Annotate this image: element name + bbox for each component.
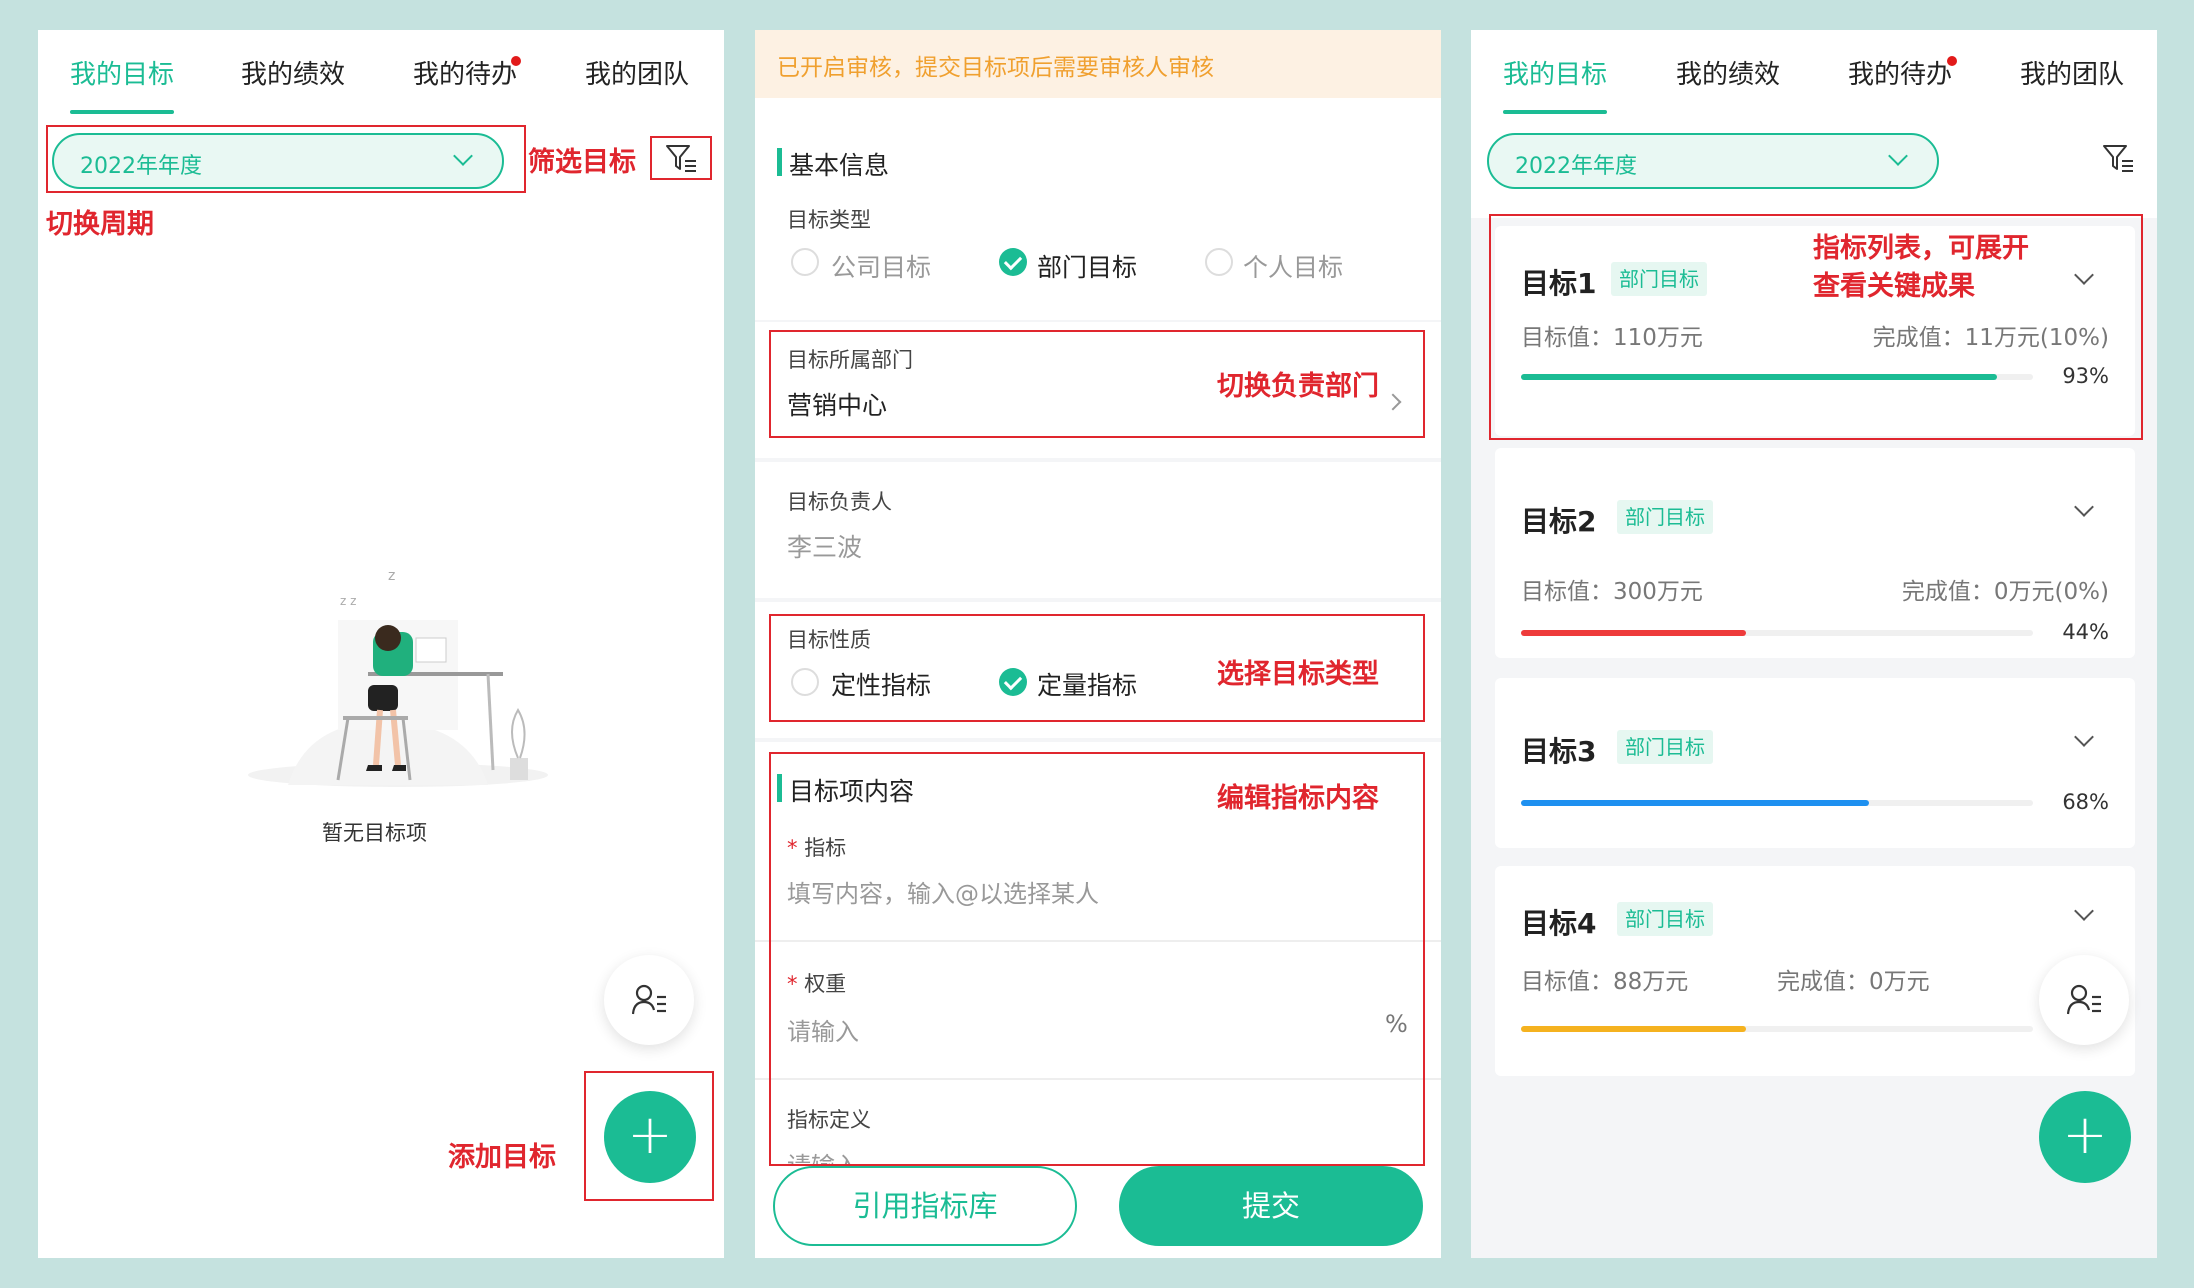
notification-dot bbox=[1947, 56, 1957, 66]
department-field[interactable]: 目标所属部门 营销中心 切换负责部门 bbox=[755, 322, 1441, 458]
goal-target-value: 目标值：88万元 bbox=[1521, 969, 1689, 995]
radio-company-goal-label[interactable]: 公司目标 bbox=[831, 248, 931, 284]
annotation-box-content bbox=[769, 752, 1425, 1166]
panel-goal-form: 已开启审核，提交目标项后需要审核人审核 基本信息 目标类型 公司目标 部门目标 … bbox=[755, 30, 1441, 1258]
radio-dept-goal-label[interactable]: 部门目标 bbox=[1037, 248, 1137, 284]
notification-dot bbox=[511, 56, 521, 66]
goal-done-value: 完成值：0万元 bbox=[1777, 969, 1930, 995]
goal-type-badge: 部门目标 bbox=[1617, 902, 1713, 936]
review-notice-text: 已开启审核，提交目标项后需要审核人审核 bbox=[777, 55, 1214, 81]
goal-progress-track bbox=[1521, 630, 2033, 636]
plus-icon: + bbox=[627, 1103, 673, 1166]
basic-info-title: 基本信息 bbox=[789, 151, 890, 180]
panel-goal-list: 我的目标 我的绩效 我的待办 我的团队 2022年年度 目标1 部门目标 目标值… bbox=[1471, 30, 2157, 1258]
goal-progress-track bbox=[1521, 800, 2033, 806]
svg-text:z z: z z bbox=[340, 594, 356, 608]
chevron-down-icon[interactable] bbox=[2074, 901, 2094, 921]
radio-dept-goal[interactable] bbox=[999, 248, 1027, 276]
tab-my-todo[interactable]: 我的待办 bbox=[1848, 54, 1952, 91]
tab-my-performance[interactable]: 我的绩效 bbox=[1676, 54, 1780, 91]
section-accent-bar bbox=[777, 148, 782, 176]
review-notice: 已开启审核，提交目标项后需要审核人审核 bbox=[755, 30, 1441, 98]
indicator-library-button[interactable]: 引用指标库 bbox=[773, 1166, 1077, 1246]
tab-my-goals[interactable]: 我的目标 bbox=[1503, 54, 1607, 91]
panel-goals-empty: 我的目标 我的绩效 我的待办 我的团队 2022年年度 切换周期 筛选目标 z … bbox=[38, 30, 724, 1258]
basic-info-section: 基本信息 目标类型 公司目标 部门目标 个人目标 bbox=[755, 98, 1441, 320]
goal-type-label: 目标类型 bbox=[787, 208, 871, 232]
filter-icon[interactable] bbox=[2102, 143, 2136, 175]
add-goal-button[interactable]: + bbox=[604, 1091, 696, 1183]
radio-company-goal[interactable] bbox=[791, 248, 819, 276]
annotation-box-period bbox=[46, 125, 526, 193]
goal-title: 目标4 bbox=[1521, 907, 1597, 940]
annotation-goal-list-line2: 查看关键成果 bbox=[1813, 271, 1975, 302]
annotation-period: 切换周期 bbox=[46, 209, 154, 240]
nature-field: 目标性质 定性指标 定量指标 选择目标类型 bbox=[755, 602, 1441, 738]
goal-card[interactable]: 目标4 部门目标 目标值：88万元 完成值：0万元 bbox=[1495, 866, 2135, 1076]
goal-progress-fill bbox=[1521, 1026, 1747, 1032]
goal-done-value: 完成值：0万元(0%) bbox=[1901, 579, 2109, 605]
active-tab-indicator bbox=[1503, 110, 1607, 114]
goal-title: 目标2 bbox=[1521, 505, 1597, 538]
tab-bar: 我的目标 我的绩效 我的待办 我的团队 bbox=[38, 30, 724, 118]
annotation-add: 添加目标 bbox=[448, 1142, 556, 1173]
chevron-down-icon[interactable] bbox=[2074, 497, 2094, 517]
member-list-button[interactable] bbox=[2039, 955, 2129, 1045]
period-select-value: 2022年年度 bbox=[1515, 154, 1637, 179]
tab-my-goals[interactable]: 我的目标 bbox=[70, 54, 174, 91]
goal-content-section: 目标项内容 编辑指标内容 * 指标 填写内容，输入@以选择某人 * 权重 请输入… bbox=[755, 742, 1441, 1180]
goal-progress-fill bbox=[1521, 630, 1747, 636]
member-list-button[interactable] bbox=[604, 955, 694, 1045]
plus-icon: + bbox=[2062, 1103, 2108, 1166]
goal-progress-fill bbox=[1521, 800, 1870, 806]
empty-state-text: 暂无目标项 bbox=[322, 821, 427, 845]
add-goal-button[interactable]: + bbox=[2039, 1091, 2131, 1183]
sleeping-illustration: z z z bbox=[248, 568, 548, 787]
tab-my-performance[interactable]: 我的绩效 bbox=[241, 54, 345, 91]
submit-button[interactable]: 提交 bbox=[1119, 1166, 1423, 1246]
owner-label: 目标负责人 bbox=[787, 490, 892, 514]
goal-target-value: 目标值：300万元 bbox=[1521, 579, 1703, 605]
tab-my-todo[interactable]: 我的待办 bbox=[413, 54, 517, 91]
annotation-filter: 筛选目标 bbox=[528, 147, 636, 178]
tab-my-team[interactable]: 我的团队 bbox=[585, 54, 689, 91]
annotation-box-nature bbox=[769, 614, 1425, 722]
radio-personal-goal[interactable] bbox=[1205, 248, 1233, 276]
filter-icon[interactable] bbox=[665, 143, 699, 175]
chevron-down-icon bbox=[1888, 146, 1908, 166]
owner-field: 目标负责人 李三波 bbox=[755, 462, 1441, 598]
period-select[interactable]: 2022年年度 bbox=[1487, 133, 1939, 189]
goal-progress-percent: 68% bbox=[2062, 790, 2109, 814]
active-tab-indicator bbox=[70, 110, 174, 114]
goal-progress-percent: 44% bbox=[2062, 620, 2109, 644]
svg-text:z: z bbox=[388, 568, 395, 584]
goal-type-badge: 部门目标 bbox=[1617, 500, 1713, 534]
annotation-goal-list-line1: 指标列表，可展开 bbox=[1813, 233, 2029, 264]
goal-type-badge: 部门目标 bbox=[1617, 730, 1713, 764]
goal-title: 目标3 bbox=[1521, 735, 1597, 768]
goal-card[interactable]: 目标3 部门目标 68% bbox=[1495, 678, 2135, 848]
chevron-down-icon[interactable] bbox=[2074, 727, 2094, 747]
radio-personal-goal-label[interactable]: 个人目标 bbox=[1243, 248, 1343, 284]
tab-bar: 我的目标 我的绩效 我的待办 我的团队 bbox=[1471, 30, 2157, 118]
person-list-icon bbox=[2067, 984, 2101, 1015]
goal-progress-track bbox=[1521, 1026, 2033, 1032]
goal-card[interactable]: 目标2 部门目标 目标值：300万元 完成值：0万元(0%) 44% bbox=[1495, 448, 2135, 658]
tab-my-team[interactable]: 我的团队 bbox=[2020, 54, 2124, 91]
annotation-box-department bbox=[769, 330, 1425, 438]
person-list-icon bbox=[632, 984, 666, 1015]
owner-value: 李三波 bbox=[787, 533, 863, 562]
